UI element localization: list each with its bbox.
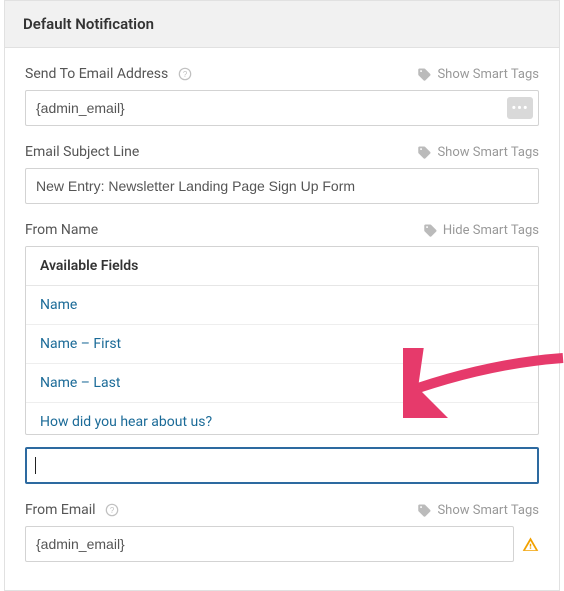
svg-text:?: ? xyxy=(110,506,115,515)
smart-tag-option[interactable]: Name xyxy=(26,286,538,325)
field-subject: Email Subject Line Show Smart Tags xyxy=(25,144,539,204)
tag-icon xyxy=(417,503,432,518)
subject-label: Email Subject Line xyxy=(25,144,139,160)
smart-list-items[interactable]: Name Name – First Name – Last How did yo… xyxy=(26,286,538,434)
send-to-input[interactable] xyxy=(25,90,539,126)
smart-tag-option[interactable]: Name – First xyxy=(26,325,538,364)
smart-tag-list: Available Fields Name Name – First Name … xyxy=(25,246,539,435)
hide-smart-tags-fromname[interactable]: Hide Smart Tags xyxy=(423,223,539,238)
from-name-label: From Name xyxy=(25,222,98,238)
warning-icon xyxy=(522,536,539,553)
tag-icon xyxy=(417,145,432,160)
tag-icon xyxy=(417,67,432,82)
show-smart-tags-subject[interactable]: Show Smart Tags xyxy=(417,145,539,160)
from-email-label: From Email xyxy=(25,502,96,518)
show-smart-tags-fromemail[interactable]: Show Smart Tags xyxy=(417,503,539,518)
email-options-toggle[interactable]: ••• xyxy=(507,97,533,119)
smart-tag-option[interactable]: Name – Last xyxy=(26,364,538,403)
smart-list-header: Available Fields xyxy=(26,247,538,286)
from-email-input[interactable] xyxy=(25,526,514,562)
notification-panel: Default Notification Send To Email Addre… xyxy=(4,0,560,591)
help-icon[interactable]: ? xyxy=(178,67,192,81)
subject-input[interactable] xyxy=(25,168,539,204)
show-smart-tags-sendto[interactable]: Show Smart Tags xyxy=(417,67,539,82)
field-from-name: From Name Hide Smart Tags Available Fiel… xyxy=(25,222,539,484)
tag-icon xyxy=(423,223,438,238)
field-send-to: Send To Email Address ? Show Smart Tags … xyxy=(25,66,539,126)
help-icon[interactable]: ? xyxy=(105,503,119,517)
svg-text:?: ? xyxy=(183,70,188,79)
send-to-label: Send To Email Address xyxy=(25,66,168,82)
smart-tag-option[interactable]: How did you hear about us? xyxy=(26,403,538,434)
field-from-email: From Email ? Show Smart Tags xyxy=(25,502,539,562)
from-name-input[interactable] xyxy=(25,447,539,484)
panel-title: Default Notification xyxy=(5,1,559,48)
